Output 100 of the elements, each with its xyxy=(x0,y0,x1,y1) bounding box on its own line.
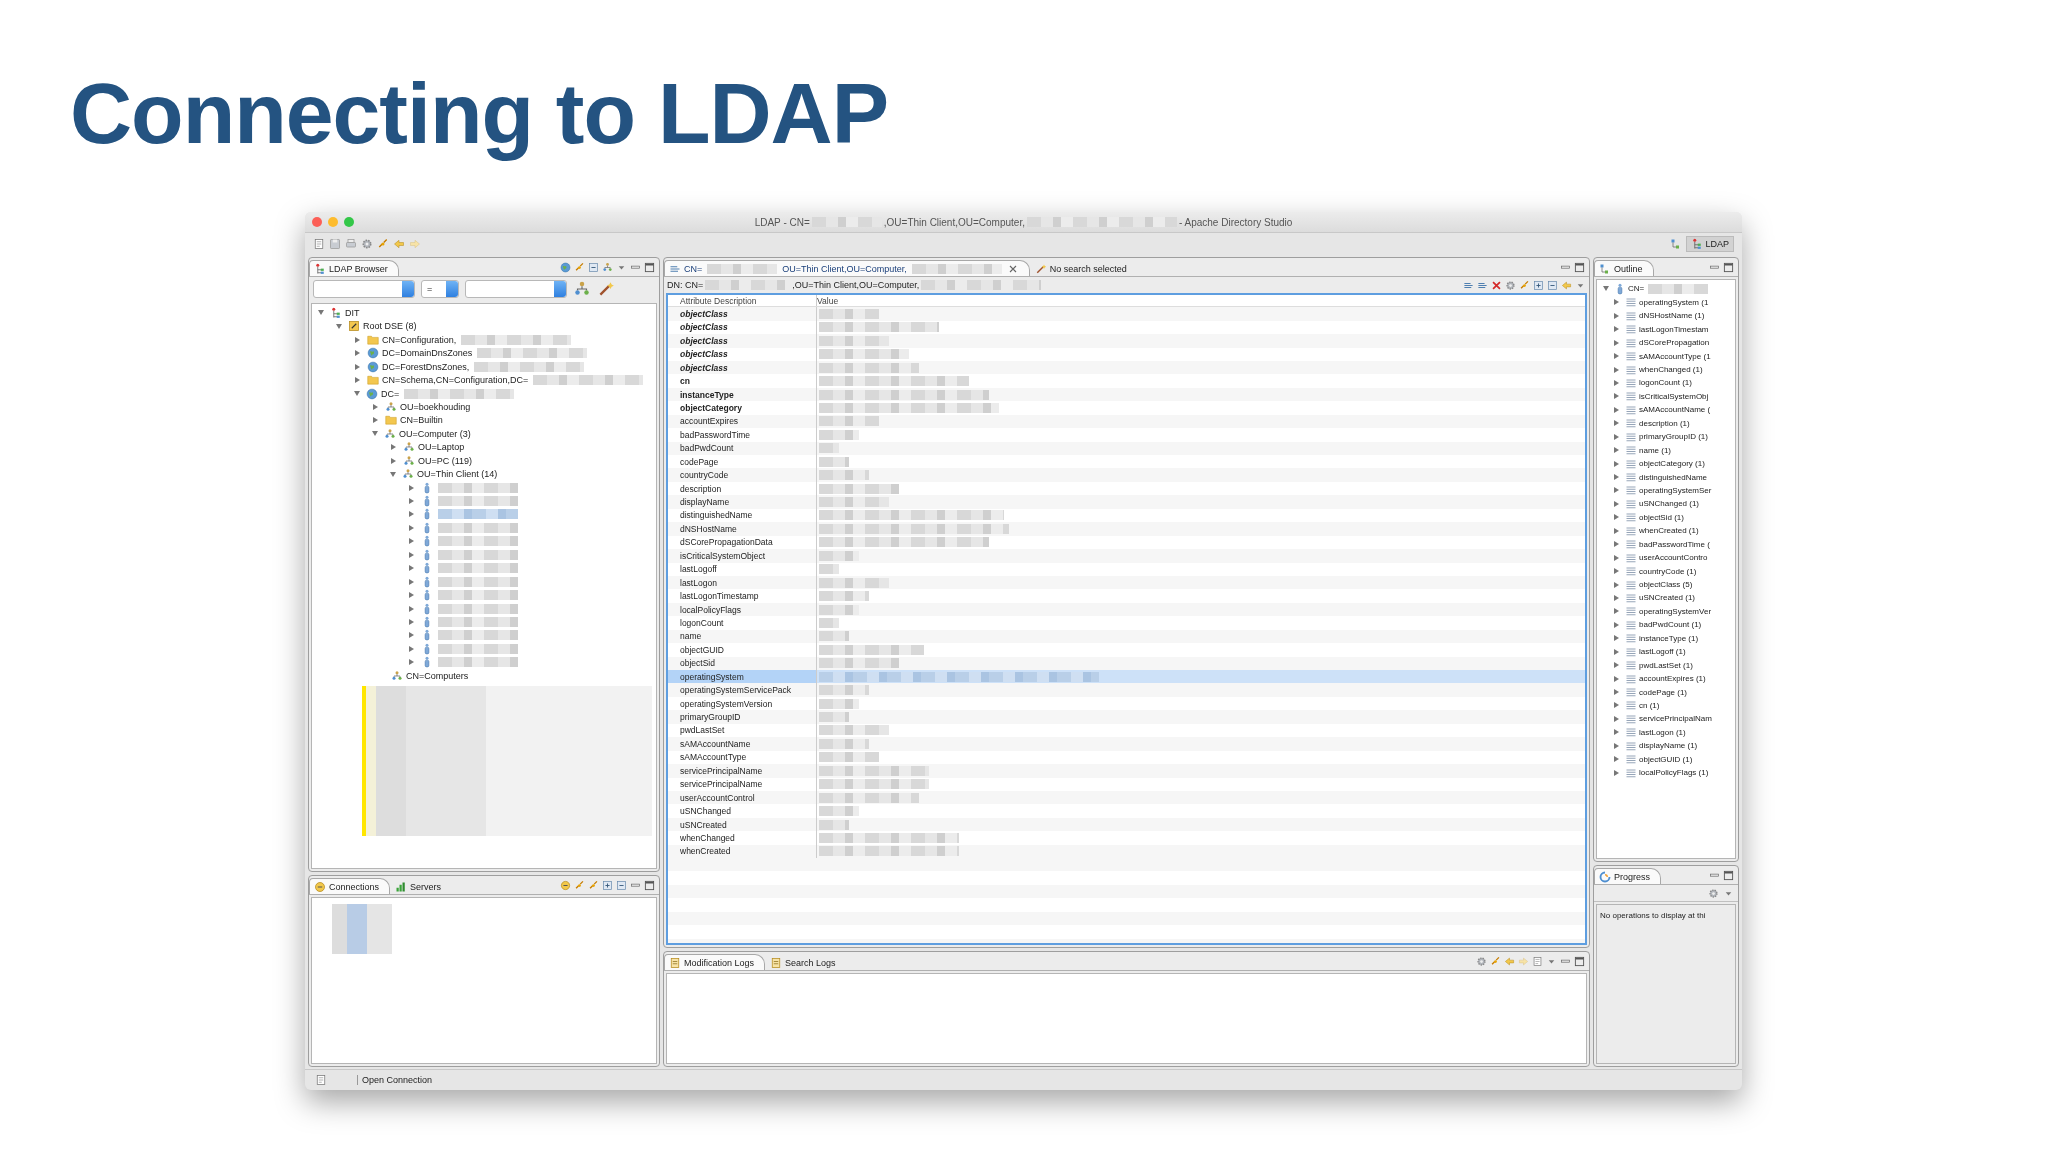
collapse-icon[interactable] xyxy=(616,880,627,892)
close-button[interactable] xyxy=(312,217,322,228)
tree-item[interactable]: countryCode (1) xyxy=(1639,566,1697,576)
collapsed-arrow-icon[interactable] xyxy=(409,645,414,652)
collapsed-arrow-icon[interactable] xyxy=(409,605,414,612)
attribute-name[interactable]: displayName xyxy=(668,495,817,509)
tree-item[interactable]: lastLogoff (1) xyxy=(1639,647,1686,657)
tab[interactable]: Outline xyxy=(1594,260,1654,277)
tab[interactable]: LDAP Browser xyxy=(309,260,399,277)
tree-item[interactable]: displayName (1) xyxy=(1639,741,1698,751)
tree-item[interactable]: sAMAccountName ( xyxy=(1639,405,1711,415)
attribute-name[interactable]: objectGUID xyxy=(668,643,817,657)
attribute-name[interactable]: lastLogon xyxy=(668,575,817,590)
tree-item[interactable]: badPasswordTime ( xyxy=(1639,539,1710,549)
tree-item[interactable]: operatingSystemSer xyxy=(1639,485,1712,495)
tree-item[interactable]: distinguishedName xyxy=(1639,472,1708,482)
collapsed-arrow-icon[interactable] xyxy=(409,592,414,599)
attribute-name[interactable]: operatingSystemServicePack xyxy=(668,683,817,697)
collapsed-arrow-icon[interactable] xyxy=(391,457,396,464)
collapsed-arrow-icon[interactable] xyxy=(409,632,414,639)
expanded-arrow-icon[interactable] xyxy=(390,471,396,477)
collapsed-arrow-icon[interactable] xyxy=(391,444,396,451)
collapsed-arrow-icon[interactable] xyxy=(409,511,414,518)
tree-item[interactable]: CN=Schema,CN=Configuration,DC= xyxy=(382,375,529,386)
attribute-name[interactable]: operatingSystem xyxy=(668,670,817,684)
tree-item[interactable]: codePage (1) xyxy=(1639,687,1688,697)
expanded-arrow-icon[interactable] xyxy=(372,431,378,437)
tree-item[interactable]: servicePrincipalNam xyxy=(1639,714,1712,724)
attribute-name[interactable]: countryCode xyxy=(668,468,817,482)
attribute-name[interactable]: whenChanged xyxy=(668,831,817,845)
tree-item[interactable]: CN=Computers xyxy=(406,670,469,681)
link-icon[interactable] xyxy=(1519,279,1530,291)
tree-item[interactable]: OU=Computer (3) xyxy=(399,428,471,439)
tree-item[interactable]: description (1) xyxy=(1639,418,1690,428)
tree-item[interactable]: primaryGroupID (1) xyxy=(1639,432,1708,442)
tree-item[interactable]: lastLogon (1) xyxy=(1639,727,1686,737)
expanded-arrow-icon[interactable] xyxy=(336,323,342,329)
attribute-name[interactable]: name xyxy=(668,629,817,644)
collapsed-arrow-icon[interactable] xyxy=(409,618,414,625)
tree-item[interactable]: instanceType (1) xyxy=(1639,633,1699,643)
attribute-name[interactable]: uSNChanged xyxy=(668,804,817,818)
collapsed-arrow-icon[interactable] xyxy=(355,363,360,370)
tree-item[interactable]: DIT xyxy=(345,307,360,318)
attribute-name[interactable]: lastLogonTimestamp xyxy=(668,589,817,603)
tree-item[interactable]: DC= xyxy=(381,388,400,399)
gear-icon[interactable] xyxy=(361,238,373,251)
tree-item[interactable]: objectClass (5) xyxy=(1639,580,1693,590)
maximize-icon[interactable] xyxy=(644,880,655,892)
collapse-icon[interactable] xyxy=(588,262,599,274)
expand-icon[interactable] xyxy=(1533,279,1544,291)
expanded-arrow-icon[interactable] xyxy=(318,310,324,316)
tree-item[interactable]: whenChanged (1) xyxy=(1639,365,1703,375)
tree-item[interactable]: accountExpires (1) xyxy=(1639,674,1706,684)
tree-item[interactable]: uSNChanged (1) xyxy=(1639,499,1700,509)
hierarchy-icon[interactable] xyxy=(602,262,613,274)
expanded-arrow-icon[interactable] xyxy=(1603,286,1609,292)
attribute-name[interactable]: servicePrincipalName xyxy=(668,764,817,778)
collapsed-arrow-icon[interactable] xyxy=(373,403,378,410)
maximize-icon[interactable] xyxy=(644,262,655,274)
tree-item[interactable]: userAccountContro xyxy=(1639,553,1708,563)
attribute-name[interactable]: lastLogoff xyxy=(668,562,817,576)
maximize-icon[interactable] xyxy=(1723,262,1734,274)
tree-item[interactable]: badPwdCount (1) xyxy=(1639,620,1702,630)
globe-icon[interactable] xyxy=(560,262,571,274)
tree-item[interactable]: OU=Thin Client (14) xyxy=(417,469,498,480)
attribute-name[interactable]: objectCategory xyxy=(668,401,817,415)
collapsed-arrow-icon[interactable] xyxy=(373,417,378,424)
tree-item[interactable]: localPolicyFlags (1) xyxy=(1639,768,1709,778)
collapsed-arrow-icon[interactable] xyxy=(409,565,414,572)
tab[interactable]: CN= OU=Thin Client,OU=Computer, xyxy=(664,260,1030,277)
attribute-name[interactable]: cn xyxy=(668,374,817,388)
attribute-name[interactable]: objectClass xyxy=(668,334,817,348)
tree-item[interactable]: pwdLastSet (1) xyxy=(1639,660,1693,670)
attribute-name[interactable]: servicePrincipalName xyxy=(668,777,817,791)
tab[interactable]: Connections xyxy=(309,878,391,895)
expand-icon[interactable] xyxy=(602,880,613,892)
tree-item[interactable]: OU=Laptop xyxy=(418,442,465,453)
attribute-name[interactable]: primaryGroupID xyxy=(668,710,817,724)
attribute-name[interactable]: badPasswordTime xyxy=(668,428,817,442)
gear-icon[interactable] xyxy=(1476,956,1487,968)
collapse-icon[interactable] xyxy=(1547,279,1558,291)
tree-item[interactable]: operatingSystemVer xyxy=(1639,606,1712,616)
tree-item[interactable]: lastLogonTimestam xyxy=(1639,324,1709,334)
tab[interactable]: Modification Logs xyxy=(664,954,766,971)
maximize-icon[interactable] xyxy=(1574,262,1585,274)
tree-item[interactable]: CN=Configuration, xyxy=(382,334,457,345)
tab[interactable]: Servers xyxy=(390,878,453,895)
tree-item[interactable]: dNSHostName (1) xyxy=(1639,311,1705,321)
expanded-arrow-icon[interactable] xyxy=(354,391,360,397)
tab[interactable]: Search Logs xyxy=(765,954,847,971)
tree-item[interactable]: operatingSystem (1 xyxy=(1639,297,1709,307)
perspective-button[interactable]: LDAP xyxy=(1686,236,1734,253)
tree-item[interactable]: OU=PC (119) xyxy=(418,455,473,466)
attribute-name[interactable]: uSNCreated xyxy=(668,817,817,832)
tree-item[interactable]: sAMAccountType (1 xyxy=(1639,351,1711,361)
delete-icon[interactable] xyxy=(1491,279,1502,291)
tree-item[interactable]: CN= xyxy=(1628,284,1645,294)
gear-icon[interactable] xyxy=(1708,887,1719,899)
tab[interactable]: Progress xyxy=(1594,868,1661,885)
collapsed-arrow-icon[interactable] xyxy=(409,484,414,491)
